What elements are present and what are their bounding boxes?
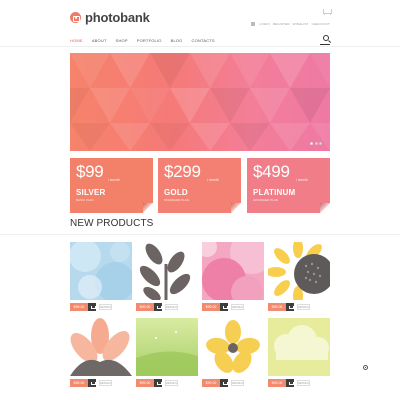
page-curl xyxy=(231,203,241,213)
pricing-card-silver[interactable]: $99 / month SILVER BASIC PLAN xyxy=(70,158,153,213)
plan-name: PLATINUM xyxy=(253,188,296,197)
add-to-cart-button[interactable] xyxy=(220,303,228,311)
plan-period: / month xyxy=(296,178,308,182)
plan-price: $499 xyxy=(253,162,290,181)
product-price: $99.00 xyxy=(268,303,286,311)
details-button[interactable]: DETAILS xyxy=(231,304,244,310)
product-card: $99.00 DETAILS xyxy=(70,242,132,311)
product-price: $99.00 xyxy=(136,379,154,387)
details-button[interactable]: DETAILS xyxy=(231,380,244,386)
pricing-card-platinum[interactable]: $499 / month PLATINUM ADVANCED PLAN xyxy=(247,158,330,213)
plan-subtitle: STANDARD PLAN xyxy=(164,198,189,202)
user-icon[interactable] xyxy=(250,22,255,26)
slider-pagination xyxy=(310,142,322,145)
add-to-cart-button[interactable] xyxy=(286,303,294,311)
top-link-checkout[interactable]: Checkout xyxy=(312,22,330,26)
product-price: $99.00 xyxy=(136,303,154,311)
product-card: $99.00 DETAILS xyxy=(202,242,264,311)
cart-icon[interactable] xyxy=(322,9,332,15)
plan-name: GOLD xyxy=(164,188,188,197)
add-to-cart-button[interactable] xyxy=(154,303,162,311)
product-card: $99.00 DETAILS xyxy=(136,318,198,387)
plan-period: / month xyxy=(108,178,120,182)
page-curl xyxy=(320,203,330,213)
product-image-green-field[interactable] xyxy=(136,318,198,376)
details-button[interactable]: DETAILS xyxy=(297,380,310,386)
product-price: $99.00 xyxy=(70,303,88,311)
add-to-cart-button[interactable] xyxy=(286,379,294,387)
add-to-cart-button[interactable] xyxy=(88,303,96,311)
plan-name: SILVER xyxy=(76,188,106,197)
plan-price: $299 xyxy=(164,162,201,181)
add-to-cart-button[interactable] xyxy=(154,379,162,387)
plan-price: $99 xyxy=(76,162,104,181)
slider-dot[interactable] xyxy=(319,142,322,145)
product-image-pink-bubbles[interactable] xyxy=(202,242,264,300)
product-price: $99.00 xyxy=(268,379,286,387)
top-links: Login Register Wishlist Checkout xyxy=(250,22,331,26)
details-button[interactable]: DETAILS xyxy=(165,304,178,310)
hero-slider[interactable] xyxy=(70,53,330,151)
product-image-cloud[interactable] xyxy=(268,318,330,376)
details-button[interactable]: DETAILS xyxy=(99,304,112,310)
product-card: $99.00 DETAILS xyxy=(268,242,330,311)
product-image-leaves[interactable] xyxy=(136,242,198,300)
logo-text: photobank xyxy=(85,10,150,25)
product-price: $99.00 xyxy=(70,379,88,387)
product-image-sunflower[interactable] xyxy=(268,242,330,300)
page-curl xyxy=(143,203,153,213)
product-card: $99.00 DETAILS xyxy=(202,318,264,387)
header-divider xyxy=(0,46,400,47)
slider-dot[interactable] xyxy=(310,142,313,145)
section-divider xyxy=(0,234,400,235)
add-to-cart-button[interactable] xyxy=(220,379,228,387)
hero-triangle-pattern xyxy=(70,53,330,151)
product-card: $99.00 DETAILS xyxy=(70,318,132,387)
section-title: NEW PRODUCTS xyxy=(70,218,154,229)
slider-dot[interactable] xyxy=(314,142,318,145)
top-link-login[interactable]: Login xyxy=(260,22,270,26)
search-underline xyxy=(320,44,330,45)
top-link-register[interactable]: Register xyxy=(273,22,290,26)
product-image-watercolor[interactable] xyxy=(70,242,132,300)
details-button[interactable]: DETAILS xyxy=(165,380,178,386)
product-card: $99.00 DETAILS xyxy=(268,318,330,387)
scroll-to-top-icon[interactable] xyxy=(363,365,368,370)
product-image-lotus[interactable] xyxy=(70,318,132,376)
pricing-card-gold[interactable]: $299 / month GOLD STANDARD PLAN xyxy=(158,158,241,213)
camera-logo-icon xyxy=(70,12,81,23)
details-button[interactable]: DETAILS xyxy=(99,380,112,386)
product-price: $99.00 xyxy=(202,379,220,387)
product-price: $99.00 xyxy=(202,303,220,311)
plan-subtitle: ADVANCED PLAN xyxy=(253,198,279,202)
product-image-yellow-flower[interactable] xyxy=(202,318,264,376)
product-card: $99.00 DETAILS xyxy=(136,242,198,311)
search-icon[interactable] xyxy=(323,35,329,41)
top-link-wishlist[interactable]: Wishlist xyxy=(293,22,309,26)
add-to-cart-button[interactable] xyxy=(88,379,96,387)
plan-period: / month xyxy=(207,178,219,182)
plan-subtitle: BASIC PLAN xyxy=(76,198,94,202)
logo[interactable]: photobank xyxy=(70,10,150,25)
details-button[interactable]: DETAILS xyxy=(297,304,310,310)
